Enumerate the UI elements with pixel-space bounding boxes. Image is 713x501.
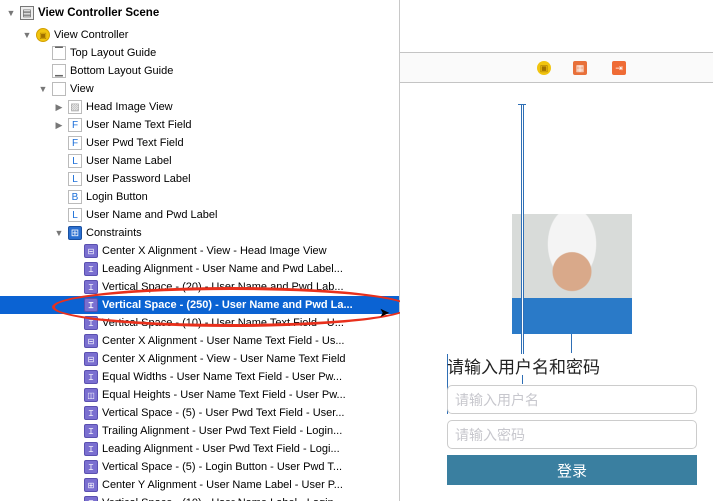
vertical-space-250-guide[interactable] xyxy=(521,104,524,354)
constraint-label: Center Y Alignment - User Name Label - U… xyxy=(102,479,343,491)
constraint-label: Center X Alignment - View - User Name Te… xyxy=(102,353,346,365)
outline-constraint[interactable]: ⊟ Center X Alignment - View - User Name T… xyxy=(0,350,399,368)
constraint-label: Vertical Space - (10) - User Name Text F… xyxy=(102,317,344,329)
image-view-icon: ▨ xyxy=(68,100,82,114)
subview-label: Head Image View xyxy=(86,101,173,113)
outline-subview[interactable]: L User Name and Pwd Label xyxy=(54,206,399,224)
outline-constraint[interactable]: Ɪ Vertical Space - (5) - Login Button - U… xyxy=(0,458,399,476)
outline-subview[interactable]: L User Password Label xyxy=(54,170,399,188)
constraint-label: Equal Widths - User Name Text Field - Us… xyxy=(102,371,343,383)
guide-cap xyxy=(518,104,526,105)
outline-constraint[interactable]: ⊟ Center X Alignment - View - Head Image … xyxy=(0,242,399,260)
scene-dock: ▣ ▦ ⇥ xyxy=(400,52,713,83)
constraints-icon: ⊞ xyxy=(68,226,82,240)
constraint-icon: Ɪ xyxy=(84,460,98,474)
constraint-label: Leading Alignment - User Name and Pwd La… xyxy=(102,263,343,275)
control-icon: F xyxy=(68,136,82,150)
outline-constraints[interactable]: ▼ ⊞ Constraints xyxy=(54,224,399,242)
view-controller-icon[interactable]: ▣ xyxy=(537,61,551,75)
outline-constraint[interactable]: Ɪ Vertical Space - (10) - User Name Label… xyxy=(0,494,399,501)
scene-icon: ▤ xyxy=(20,6,34,20)
login-button[interactable]: 登录 xyxy=(447,455,697,485)
outline-constraint[interactable]: Ɪ Vertical Space - (250) - User Name and … xyxy=(0,296,399,314)
constraint-icon: ⊟ xyxy=(84,244,98,258)
subview-label: User Name Text Field xyxy=(86,119,192,131)
first-responder-icon[interactable]: ▦ xyxy=(573,61,587,75)
view-icon xyxy=(52,82,66,96)
outline-constraint[interactable]: Ɪ Equal Widths - User Name Text Field - U… xyxy=(0,368,399,386)
outline-view[interactable]: ▼ View xyxy=(38,80,399,98)
outline-scene[interactable]: ▼ ▤ View Controller Scene xyxy=(6,4,399,22)
constraint-label: Vertical Space - (5) - Login Button - Us… xyxy=(102,461,343,473)
exit-icon[interactable]: ⇥ xyxy=(612,61,626,75)
control-icon: L xyxy=(68,172,82,186)
constraint-icon: Ɪ xyxy=(84,406,98,420)
outline-subview[interactable]: B Login Button xyxy=(54,188,399,206)
control-icon: L xyxy=(68,154,82,168)
password-text-field[interactable]: 请输入密码 xyxy=(447,420,697,449)
constraint-icon: ⊞ xyxy=(84,478,98,492)
subview-label: User Name and Pwd Label xyxy=(86,209,218,221)
constraint-label: Equal Heights - User Name Text Field - U… xyxy=(102,389,346,401)
subview-label: User Pwd Text Field xyxy=(86,137,184,149)
constraint-label: Vertical Space - (10) - User Name Label … xyxy=(102,497,343,501)
constraint-icon: Ɪ xyxy=(84,262,98,276)
document-outline: ▼ ▤ View Controller Scene ▼ ▣ View Controlle… xyxy=(0,0,399,501)
outline-constraint[interactable]: ⊞ Center Y Alignment - User Name Label - … xyxy=(0,476,399,494)
constraint-label: Center X Alignment - User Name Text Fiel… xyxy=(102,335,345,347)
username-and-password-label: 请输入用户名和密码 xyxy=(447,358,600,378)
outline-subview[interactable]: ▶ F User Name Text Field xyxy=(54,116,399,134)
constraint-icon: Ɪ xyxy=(84,280,98,294)
outline-subview[interactable]: L User Name Label xyxy=(54,152,399,170)
constraint-icon: Ɪ xyxy=(84,424,98,438)
constraint-label: Leading Alignment - User Pwd Text Field … xyxy=(102,443,340,455)
constraint-label: Vertical Space - (5) - User Pwd Text Fie… xyxy=(102,407,345,419)
disclosure-triangle-icon[interactable]: ▶ xyxy=(54,102,64,113)
mouse-cursor-icon: ➤ xyxy=(379,305,390,320)
subview-label: User Password Label xyxy=(86,173,191,185)
username-text-field[interactable]: 请输入用户名 xyxy=(447,385,697,414)
constraint-icon: Ɪ xyxy=(84,316,98,330)
constraint-icon: Ɪ xyxy=(84,496,98,501)
outline-constraint[interactable]: Ɪ Vertical Space - (10) - User Name Text … xyxy=(0,314,399,332)
outline-constraint[interactable]: Ɪ Leading Alignment - User Name and Pwd L… xyxy=(0,260,399,278)
vertical-space-20-guide xyxy=(571,334,572,353)
control-icon: F xyxy=(68,118,82,132)
constraint-icon: ⊟ xyxy=(84,352,98,366)
subview-label: User Name Label xyxy=(86,155,172,167)
control-icon: B xyxy=(68,190,82,204)
outline-constraint[interactable]: Ɪ Vertical Space - (20) - User Name and P… xyxy=(0,278,399,296)
view-controller-icon: ▣ xyxy=(36,28,50,42)
outline-constraint[interactable]: ⊟ Center X Alignment - User Name Text Fie… xyxy=(0,332,399,350)
outline-constraint[interactable]: ◫ Equal Heights - User Name Text Field - … xyxy=(0,386,399,404)
top-layout-guide-icon: ▔ xyxy=(52,46,66,60)
outline-constraint[interactable]: Ɪ Vertical Space - (5) - User Pwd Text Fi… xyxy=(0,404,399,422)
constraint-icon: Ɪ xyxy=(84,442,98,456)
disclosure-triangle-icon[interactable]: ▶ xyxy=(54,120,64,131)
outline-subview[interactable]: ▶ ▨ Head Image View xyxy=(54,98,399,116)
constraint-icon: ⊟ xyxy=(84,334,98,348)
constraint-label: Vertical Space - (20) - User Name and Pw… xyxy=(102,281,344,293)
subview-label: Login Button xyxy=(86,191,148,203)
constraint-label: Vertical Space - (250) - User Name and P… xyxy=(102,299,353,311)
outline-constraint[interactable]: Ɪ Trailing Alignment - User Pwd Text Fiel… xyxy=(0,422,399,440)
outline-subview[interactable]: F User Pwd Text Field xyxy=(54,134,399,152)
bottom-layout-guide-icon: ▁ xyxy=(52,64,66,78)
constraint-icon: Ɪ xyxy=(84,298,98,312)
control-icon: L xyxy=(68,208,82,222)
constraint-label: Center X Alignment - View - Head Image V… xyxy=(102,245,327,257)
constraint-icon: Ɪ xyxy=(84,370,98,384)
outline-constraint[interactable]: Ɪ Leading Alignment - User Pwd Text Field… xyxy=(0,440,399,458)
outline-bottom-layout-guide[interactable]: ▁ Bottom Layout Guide xyxy=(38,62,399,80)
head-image-view[interactable] xyxy=(512,214,632,334)
constraint-label: Trailing Alignment - User Pwd Text Field… xyxy=(102,425,343,437)
outline-top-layout-guide[interactable]: ▔ Top Layout Guide xyxy=(38,44,399,62)
outline-view-controller[interactable]: ▼ ▣ View Controller xyxy=(22,26,399,44)
constraint-icon: ◫ xyxy=(84,388,98,402)
